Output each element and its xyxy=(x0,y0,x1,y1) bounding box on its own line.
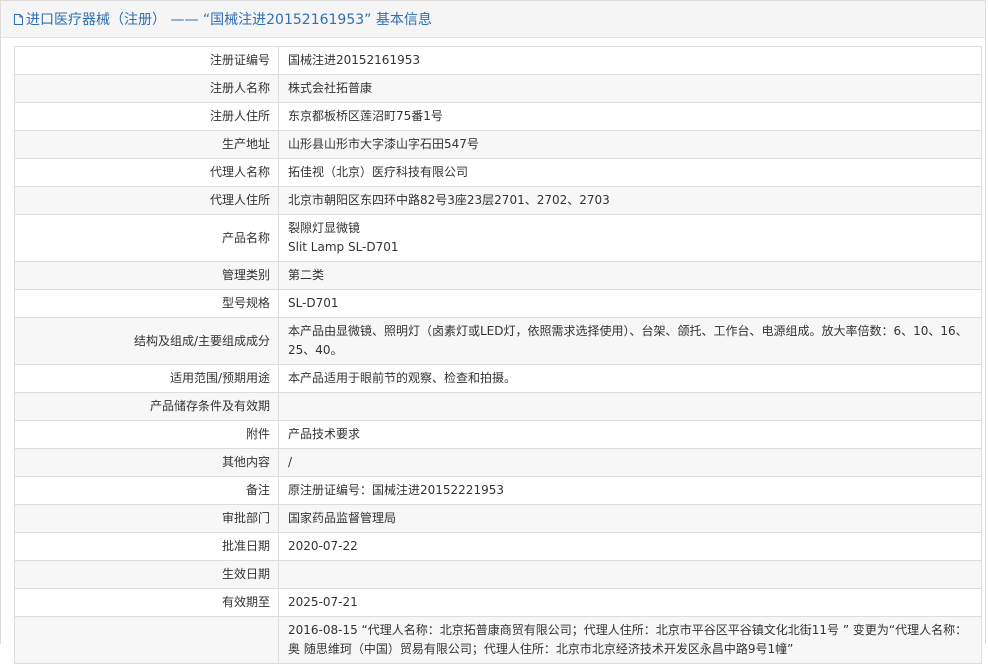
table-row: 结构及组成/主要组成成分 本产品由显微镜、照明灯（卤素灯或LED灯，依照需求选择使… xyxy=(14,317,982,365)
table-row: 其他内容 / xyxy=(14,448,982,477)
field-value: 东京都板桥区莲沼町75番1号 xyxy=(278,102,982,131)
table-row: 代理人住所 北京市朝阳区东四环中路82号3座23层2701、2702、2703 xyxy=(14,186,982,215)
table-row: 批准日期 2020-07-22 xyxy=(14,532,982,561)
field-value: / xyxy=(278,448,982,477)
field-value: 2020-07-22 xyxy=(278,532,982,561)
field-label: 产品名称 xyxy=(14,214,279,262)
table-row: 注册人名称 株式会社拓普康 xyxy=(14,74,982,103)
table-row: 产品储存条件及有效期 xyxy=(14,392,982,421)
field-value: 本产品适用于眼前节的观察、检查和拍摄。 xyxy=(278,364,982,393)
table-row: 生产地址 山形县山形市大字漆山字石田547号 xyxy=(14,130,982,159)
field-label: 型号规格 xyxy=(14,289,279,318)
field-label: 代理人名称 xyxy=(14,158,279,187)
field-value: 第二类 xyxy=(278,261,982,290)
panel-header: 进口医疗器械（注册） —— “国械注进20152161953” 基本信息 xyxy=(1,1,985,38)
field-label: 备注 xyxy=(14,476,279,505)
field-label xyxy=(14,616,279,664)
field-label: 批准日期 xyxy=(14,532,279,561)
field-label: 附件 xyxy=(14,420,279,449)
field-label: 有效期至 xyxy=(14,588,279,617)
field-label: 生效日期 xyxy=(14,560,279,589)
field-label: 其他内容 xyxy=(14,448,279,477)
table-row: 备注 原注册证编号：国械注进20152221953 xyxy=(14,476,982,505)
field-value: 北京市朝阳区东四环中路82号3座23层2701、2702、2703 xyxy=(278,186,982,215)
document-icon xyxy=(14,13,23,25)
field-value: 株式会社拓普康 xyxy=(278,74,982,103)
page-title: 进口医疗器械（注册） —— “国械注进20152161953” 基本信息 xyxy=(26,12,432,28)
field-value: 产品技术要求 xyxy=(278,420,982,449)
table-row: 有效期至 2025-07-21 xyxy=(14,588,982,617)
table-row: 附件 产品技术要求 xyxy=(14,420,982,449)
field-value: SL-D701 xyxy=(278,289,982,318)
field-label: 适用范围/预期用途 xyxy=(14,364,279,393)
field-label: 产品储存条件及有效期 xyxy=(14,392,279,421)
field-label: 结构及组成/主要组成成分 xyxy=(14,317,279,365)
table-row: 产品名称 裂隙灯显微镜 Slit Lamp SL-D701 xyxy=(14,214,982,262)
table-row: 代理人名称 拓佳视（北京）医疗科技有限公司 xyxy=(14,158,982,187)
table-row: 生效日期 xyxy=(14,560,982,589)
field-value: 裂隙灯显微镜 Slit Lamp SL-D701 xyxy=(278,214,982,262)
field-label: 审批部门 xyxy=(14,504,279,533)
field-value: 国家药品监督管理局 xyxy=(278,504,982,533)
field-label: 注册证编号 xyxy=(14,46,279,75)
info-table: 注册证编号 国械注进20152161953 注册人名称 株式会社拓普康 注册人住所 东京都… xyxy=(14,46,982,664)
field-label: 注册人名称 xyxy=(14,74,279,103)
field-label: 代理人住所 xyxy=(14,186,279,215)
field-value: 2025-07-21 xyxy=(278,588,982,617)
table-row: 适用范围/预期用途 本产品适用于眼前节的观察、检查和拍摄。 xyxy=(14,364,982,393)
field-value: 2016-08-15 “代理人名称：北京拓普康商贸有限公司；代理人住所：北京市平… xyxy=(278,616,982,664)
table-row: 审批部门 国家药品监督管理局 xyxy=(14,504,982,533)
detail-panel: 进口医疗器械（注册） —— “国械注进20152161953” 基本信息 注册证… xyxy=(0,0,986,664)
field-label: 生产地址 xyxy=(14,130,279,159)
field-label: 管理类别 xyxy=(14,261,279,290)
field-value: 拓佳视（北京）医疗科技有限公司 xyxy=(278,158,982,187)
field-value xyxy=(278,392,982,421)
field-value xyxy=(278,560,982,589)
field-value: 原注册证编号：国械注进20152221953 xyxy=(278,476,982,505)
field-value: 国械注进20152161953 xyxy=(278,46,982,75)
table-row: 型号规格 SL-D701 xyxy=(14,289,982,318)
field-label: 注册人住所 xyxy=(14,102,279,131)
table-row: 注册证编号 国械注进20152161953 xyxy=(14,46,982,75)
field-value: 本产品由显微镜、照明灯（卤素灯或LED灯，依照需求选择使用）、台架、颌托、工作台… xyxy=(278,317,982,365)
field-value: 山形县山形市大字漆山字石田547号 xyxy=(278,130,982,159)
table-row: 2016-08-15 “代理人名称：北京拓普康商贸有限公司；代理人住所：北京市平… xyxy=(14,616,982,664)
table-row: 管理类别 第二类 xyxy=(14,261,982,290)
table-row: 注册人住所 东京都板桥区莲沼町75番1号 xyxy=(14,102,982,131)
